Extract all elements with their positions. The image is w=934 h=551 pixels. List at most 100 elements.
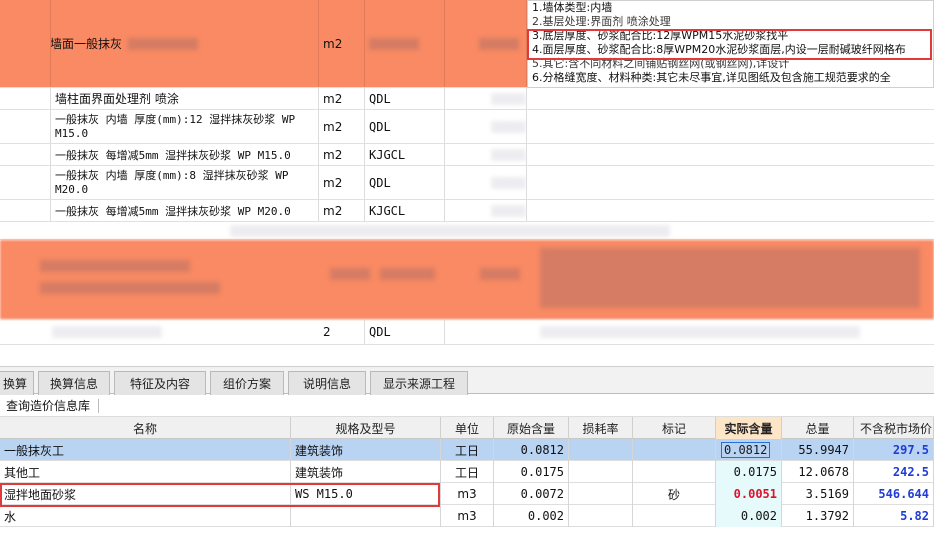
row-index-cell: [0, 88, 51, 109]
market-price-cell[interactable]: 297.5: [854, 439, 934, 461]
row-index-cell: [0, 110, 51, 143]
redacted-text: [540, 326, 860, 338]
row-index-cell: [0, 166, 51, 199]
tab-description[interactable]: 说明信息: [288, 371, 366, 395]
column-header-name[interactable]: 名称: [0, 417, 291, 439]
unit-cell: m2: [319, 110, 365, 143]
unit-cell: 工日: [441, 461, 494, 483]
quantity-cell: [445, 200, 527, 221]
mark-cell[interactable]: 砂: [633, 483, 716, 505]
actual-amount-input[interactable]: 0.0812: [721, 442, 771, 458]
table-row[interactable]: 水 m3 0.002 0.002 1.3792 5.82: [0, 505, 934, 527]
table-row[interactable]: 一般抹灰 内墙 厚度(mm):12 湿拌抹灰砂浆 WP M15.0 m2 QDL: [0, 110, 934, 144]
row-name: 一般抹灰 内墙 厚度(mm):12 湿拌抹灰砂浆 WP M15.0: [51, 110, 319, 143]
row-name: 墙柱面界面处理剂 喷涂: [51, 88, 319, 109]
code-cell: KJGCL: [365, 200, 445, 221]
spec-cell: WS M15.0: [291, 483, 441, 505]
row-index-cell: [0, 144, 51, 165]
market-price-cell[interactable]: 546.644: [854, 483, 934, 505]
total-cell: 12.0678: [782, 461, 854, 483]
loss-rate-cell[interactable]: [569, 483, 633, 505]
query-price-library-button[interactable]: 查询造价信息库: [6, 397, 90, 414]
table-row[interactable]: 一般抹灰工 建筑装饰 工日 0.0812 0.0812 55.9947 297.…: [0, 439, 934, 461]
redacted-text: [540, 248, 920, 308]
column-header-market-price[interactable]: 不含税市场价: [854, 417, 934, 439]
mark-cell[interactable]: [633, 461, 716, 483]
description-line: 2.基层处理:界面剂 喷涂处理: [532, 15, 671, 28]
total-cell: 55.9947: [782, 439, 854, 461]
market-price-cell[interactable]: 5.82: [854, 505, 934, 527]
total-cell: 1.3792: [782, 505, 854, 527]
name-cell[interactable]: 墙面一般抹灰: [51, 0, 319, 87]
actual-amount-cell[interactable]: 0.0175: [716, 461, 782, 483]
spec-cell: 建筑装饰: [291, 461, 441, 483]
description-line: 1.墙体类型:内墙: [532, 1, 613, 14]
table-row[interactable]: 一般抹灰 每增减5mm 湿拌抹灰砂浆 WP M15.0 m2 KJGCL: [0, 144, 934, 166]
name-cell: 水: [0, 505, 291, 527]
name-cell: 湿拌地面砂浆: [0, 483, 291, 505]
redacted-text: [52, 326, 162, 338]
column-header-loss-rate[interactable]: 损耗率: [569, 417, 633, 439]
original-amount-cell: 0.0175: [494, 461, 569, 483]
original-amount-cell: 0.0812: [494, 439, 569, 461]
redacted-text: [491, 92, 526, 105]
mark-cell[interactable]: [633, 505, 716, 527]
info-toolbar: 查询造价信息库: [0, 395, 934, 417]
unit-cell: m2: [319, 166, 365, 199]
tab-source-project[interactable]: 显示来源工程: [370, 371, 468, 395]
spec-cell: [291, 505, 441, 527]
loss-rate-cell[interactable]: [569, 505, 633, 527]
redacted-text: [491, 204, 526, 217]
table-row-list-item[interactable]: [0, 240, 934, 320]
description-line: 3.底层厚度、砂浆配合比:12厚WPM15水泥砂浆找平: [532, 29, 789, 42]
code-cell: QDL: [365, 166, 445, 199]
redacted-text: [230, 225, 670, 237]
table-row[interactable]: 2 QDL: [0, 320, 934, 345]
column-header-actual-amount[interactable]: 实际含量: [716, 417, 782, 439]
tab-conversion-info[interactable]: 换算信息: [38, 371, 110, 395]
description-line: 4.面层厚度、砂浆配合比:8厚WPM20水泥砂浆面层,内设一层耐碱玻纤网格布: [532, 43, 906, 56]
redacted-text: [40, 282, 220, 294]
actual-amount-cell[interactable]: 0.0051: [716, 483, 782, 505]
quantity-cell: [445, 88, 527, 109]
market-price-cell[interactable]: 242.5: [854, 461, 934, 483]
actual-amount-cell[interactable]: 0.002: [716, 505, 782, 527]
code-cell: QDL: [365, 320, 445, 344]
table-row[interactable]: 其他工 建筑装饰 工日 0.0175 0.0175 12.0678 242.5: [0, 461, 934, 483]
code-cell: [365, 0, 445, 87]
unit-cell: m3: [441, 505, 494, 527]
unit-cell: m2: [319, 0, 365, 87]
tab-pricing-scheme[interactable]: 组价方案: [210, 371, 284, 395]
column-header-total[interactable]: 总量: [782, 417, 854, 439]
redacted-text: [480, 268, 520, 280]
spec-cell: 建筑装饰: [291, 439, 441, 461]
table-row[interactable]: 一般抹灰 每增减5mm 湿拌抹灰砂浆 WP M20.0 m2 KJGCL: [0, 200, 934, 222]
name-cell: 一般抹灰工: [0, 439, 291, 461]
detail-tab-bar: 换算 换算信息 特征及内容 组价方案 说明信息 显示来源工程: [0, 366, 934, 395]
table-row[interactable]: 湿拌地面砂浆 WS M15.0 m3 0.0072 砂 0.0051 3.516…: [0, 483, 934, 505]
column-header-original-amount[interactable]: 原始含量: [494, 417, 569, 439]
column-header-mark[interactable]: 标记: [633, 417, 716, 439]
redacted-text: [479, 37, 519, 50]
original-amount-cell: 0.0072: [494, 483, 569, 505]
unit-cell: 2: [319, 320, 365, 344]
description-line: 5.其它:含不同材料之间铺贴钢丝网(或钢丝网),详设计: [532, 57, 790, 70]
row-name: 一般抹灰 每增减5mm 湿拌抹灰砂浆 WP M15.0: [51, 144, 319, 165]
tab-conversion[interactable]: 换算: [0, 371, 34, 395]
row-index-cell: [0, 200, 51, 221]
quantity-cell: [445, 166, 527, 199]
loss-rate-cell[interactable]: [569, 439, 633, 461]
column-header-spec[interactable]: 规格及型号: [291, 417, 441, 439]
table-row[interactable]: 墙柱面界面处理剂 喷涂 m2 QDL: [0, 88, 934, 110]
row-name: 一般抹灰 每增减5mm 湿拌抹灰砂浆 WP M20.0: [51, 200, 319, 221]
mark-cell[interactable]: [633, 439, 716, 461]
quantity-cell: [445, 110, 527, 143]
redacted-text: [128, 37, 199, 50]
feature-description-panel: 1.墙体类型:内墙 2.基层处理:界面剂 喷涂处理 3.底层厚度、砂浆配合比:1…: [527, 0, 934, 88]
redacted-text: [40, 260, 190, 272]
loss-rate-cell[interactable]: [569, 461, 633, 483]
table-row[interactable]: 一般抹灰 内墙 厚度(mm):8 湿拌抹灰砂浆 WP M20.0 m2 QDL: [0, 166, 934, 200]
column-header-unit[interactable]: 单位: [441, 417, 494, 439]
tab-features[interactable]: 特征及内容: [114, 371, 206, 395]
actual-amount-cell[interactable]: 0.0812: [716, 439, 782, 461]
